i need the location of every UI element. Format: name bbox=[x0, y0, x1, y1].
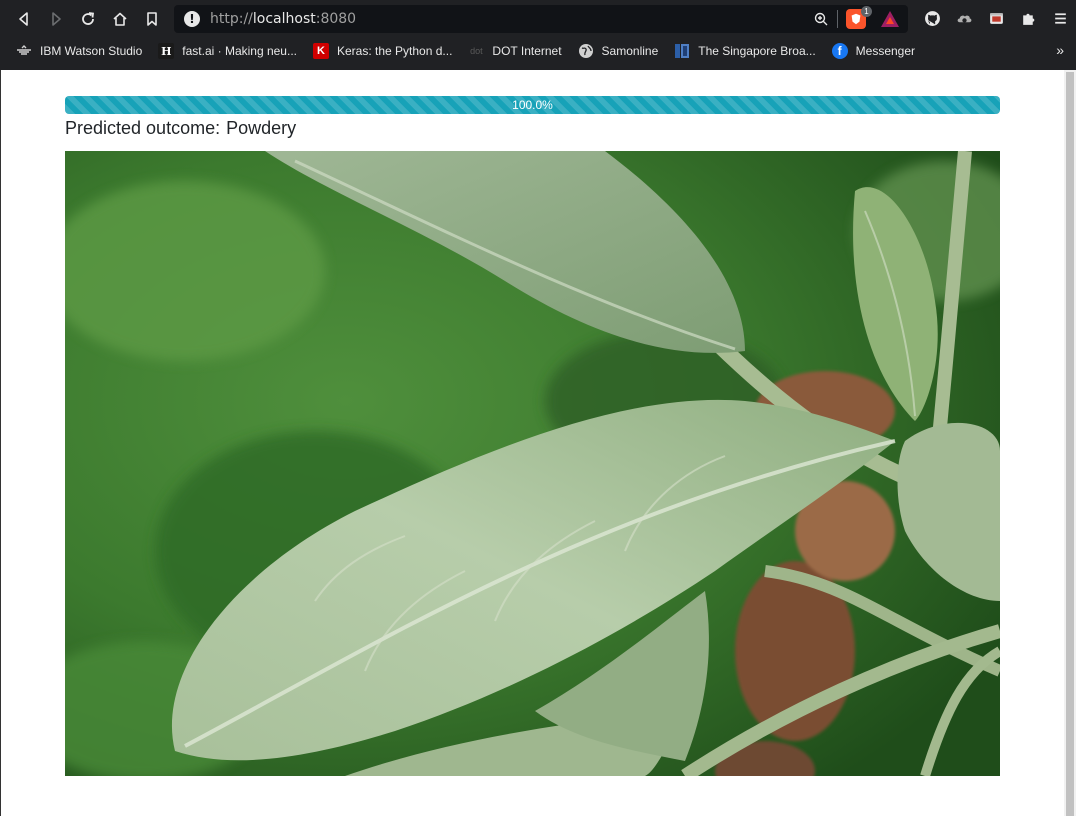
bookmark-samonline[interactable]: Samonline bbox=[570, 39, 667, 63]
predicted-outcome: Predicted outcome: Powdery bbox=[65, 118, 296, 139]
outcome-label: Predicted outcome: bbox=[65, 118, 221, 138]
url-host: localhost bbox=[252, 11, 316, 27]
progress-label: 100.0% bbox=[512, 98, 553, 112]
vertical-scrollbar-thumb[interactable] bbox=[1066, 72, 1074, 816]
tab-manager-extension-button[interactable] bbox=[980, 3, 1012, 33]
bookmark-favicon bbox=[674, 43, 690, 59]
forward-button[interactable] bbox=[40, 4, 72, 34]
leaf-photo bbox=[65, 151, 1000, 776]
bookmark-label: DOT Internet bbox=[492, 44, 562, 58]
forward-arrow-icon bbox=[52, 11, 61, 26]
browser-chrome: ! http://localhost:8080 1 IBM Watson Stu… bbox=[0, 0, 1076, 70]
bookmark-fastai[interactable]: H fast.ai · Making neu... bbox=[150, 39, 305, 63]
ublock-extension-button[interactable] bbox=[948, 3, 980, 33]
back-arrow-icon bbox=[19, 11, 28, 26]
url-text[interactable]: http://localhost:8080 bbox=[210, 11, 356, 27]
extensions-menu-button[interactable] bbox=[1012, 3, 1044, 33]
prediction-progress-bar: 100.0% bbox=[65, 96, 1000, 114]
hamburger-menu-icon bbox=[1054, 12, 1066, 24]
fastai-icon: H bbox=[158, 43, 175, 59]
bookmark-dot-internet[interactable]: dot DOT Internet bbox=[460, 39, 569, 63]
dot-icon: dot bbox=[470, 46, 483, 56]
leaf-photo-illustration bbox=[65, 151, 1000, 776]
main-menu-button[interactable] bbox=[1044, 3, 1076, 33]
home-icon bbox=[113, 12, 127, 26]
globe-icon bbox=[578, 43, 594, 59]
page-left-edge bbox=[0, 70, 1, 816]
more-bookmarks-button[interactable]: » bbox=[1056, 42, 1064, 58]
address-bar[interactable]: ! http://localhost:8080 1 bbox=[174, 5, 908, 33]
bookmark-page-button[interactable] bbox=[136, 4, 168, 34]
url-scheme: http:// bbox=[210, 11, 253, 27]
bookmark-label: IBM Watson Studio bbox=[40, 44, 143, 58]
bookmark-label: fast.ai · Making neu... bbox=[182, 44, 297, 58]
github-icon bbox=[924, 10, 940, 26]
home-button[interactable] bbox=[104, 4, 136, 34]
bookmark-label: Samonline bbox=[601, 44, 659, 58]
address-bar-separator bbox=[837, 10, 838, 28]
brave-rewards-icon bbox=[881, 11, 899, 27]
site-info-icon[interactable]: ! bbox=[184, 11, 200, 27]
brave-rewards-button[interactable] bbox=[880, 9, 900, 29]
reload-icon bbox=[82, 11, 95, 25]
facebook-icon: f bbox=[831, 43, 848, 59]
back-button[interactable] bbox=[8, 4, 40, 34]
progress-fill: 100.0% bbox=[65, 96, 1000, 114]
address-bar-actions: 1 bbox=[813, 5, 900, 33]
keras-icon: K bbox=[313, 43, 329, 59]
ibm-icon bbox=[16, 43, 32, 59]
bookmark-label: Keras: the Python d... bbox=[337, 44, 453, 58]
url-port: :8080 bbox=[315, 11, 357, 27]
shields-count-badge: 1 bbox=[861, 6, 872, 17]
window-icon bbox=[989, 12, 1003, 24]
bookmark-label: The Singapore Broa... bbox=[698, 44, 816, 58]
bookmark-ibm-watson-studio[interactable]: IBM Watson Studio bbox=[0, 39, 150, 63]
brave-shields-icon[interactable]: 1 bbox=[846, 6, 872, 29]
github-extension-button[interactable] bbox=[916, 3, 948, 33]
cloud-shield-icon bbox=[957, 15, 971, 23]
zoom-icon[interactable] bbox=[813, 11, 829, 27]
bookmark-keras[interactable]: K Keras: the Python d... bbox=[305, 39, 460, 63]
bookmarks-bar: IBM Watson Studio H fast.ai · Making neu… bbox=[0, 38, 1076, 64]
puzzle-icon bbox=[1022, 13, 1034, 25]
bookmark-singapore-broadcasting[interactable]: The Singapore Broa... bbox=[666, 39, 823, 63]
bookmark-label: Messenger bbox=[855, 44, 916, 58]
bookmark-messenger[interactable]: f Messenger bbox=[824, 39, 923, 63]
reload-button[interactable] bbox=[72, 4, 104, 34]
bookmark-icon bbox=[147, 11, 157, 26]
outcome-value: Powdery bbox=[226, 118, 297, 138]
extensions-area bbox=[916, 3, 1076, 33]
